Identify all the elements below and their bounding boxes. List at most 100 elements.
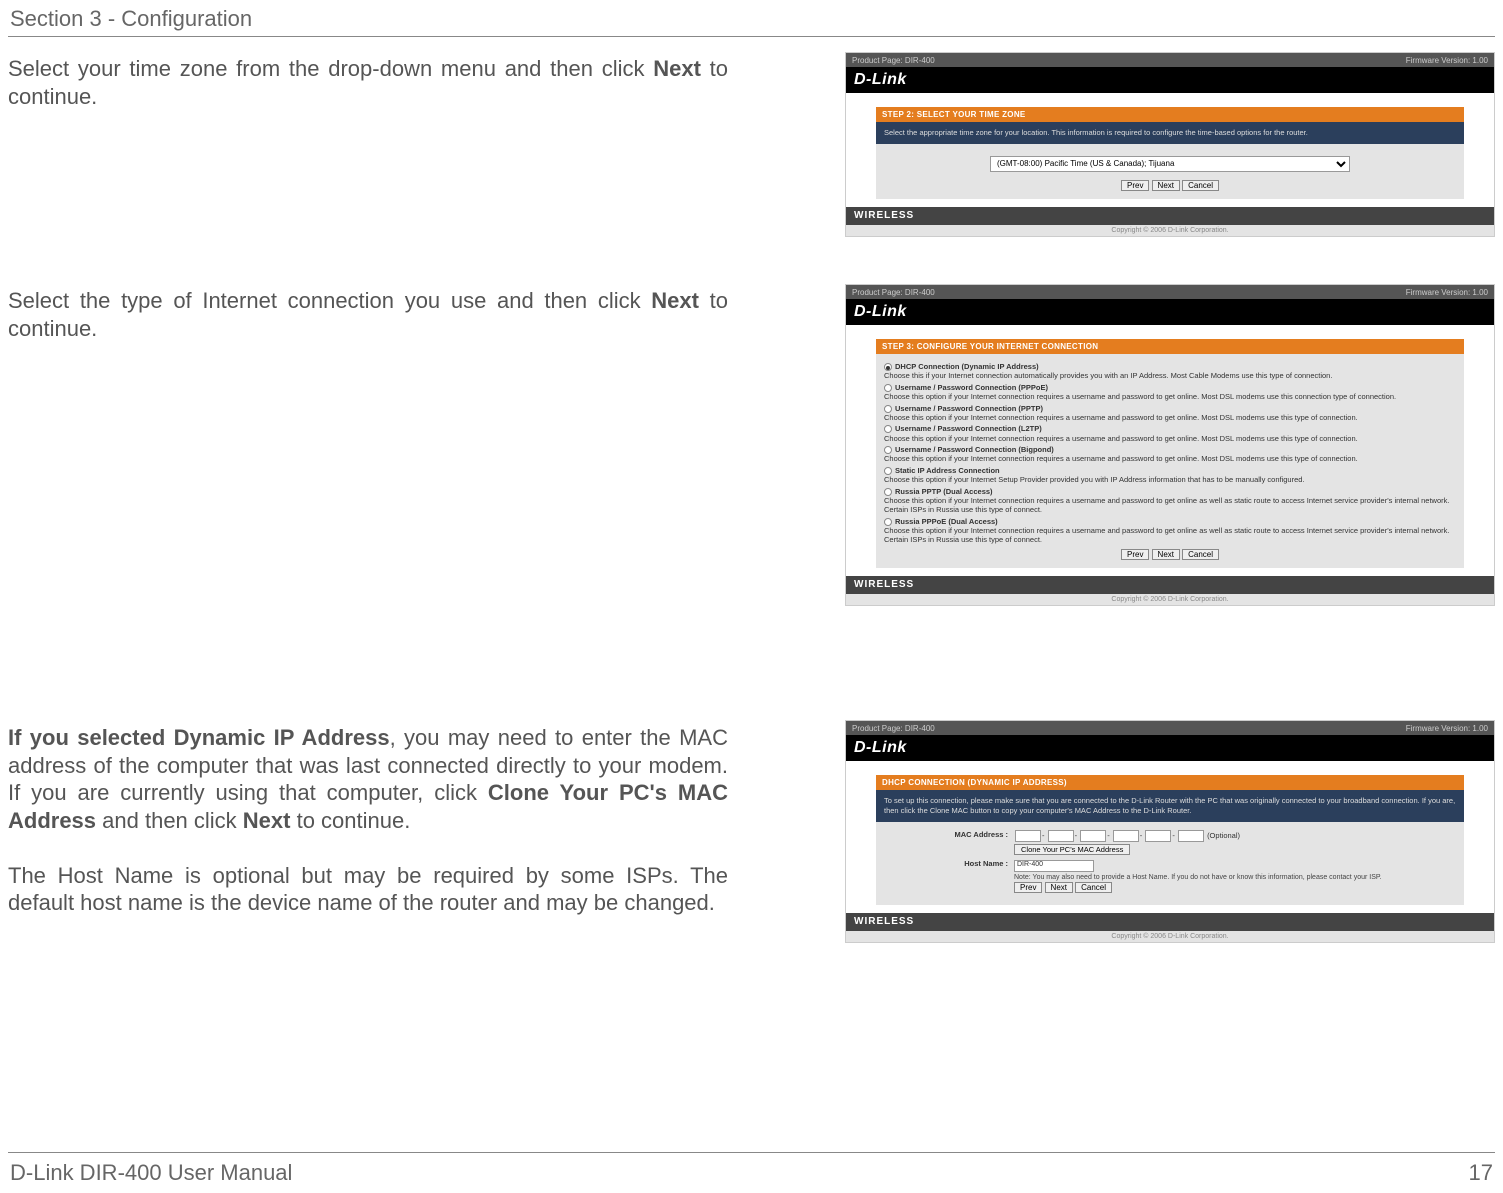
- screenshot-body: STEP 2: SELECT YOUR TIME ZONE Select the…: [846, 93, 1494, 207]
- connection-radio[interactable]: [884, 425, 892, 433]
- connection-option-title: Username / Password Connection (PPTP): [895, 404, 1043, 413]
- bottom-bar: WIRELESS: [846, 913, 1494, 931]
- text-bold: If you selected Dynamic IP Address: [8, 725, 390, 750]
- connection-option-desc: Choose this option if your Internet conn…: [884, 496, 1456, 515]
- connection-option-title: Username / Password Connection (PPPoE): [895, 383, 1048, 392]
- connection-option-desc: Choose this option if your Internet conn…: [884, 413, 1456, 422]
- connection-radio[interactable]: [884, 488, 892, 496]
- host-name-row: Host Name : DIR-400 Note: You may also n…: [884, 859, 1456, 893]
- cancel-button[interactable]: Cancel: [1075, 882, 1112, 893]
- connection-option-desc: Choose this option if your Internet Setu…: [884, 475, 1456, 484]
- prev-button[interactable]: Prev: [1121, 180, 1149, 191]
- host-name-input[interactable]: DIR-400: [1014, 860, 1094, 872]
- mac-input[interactable]: [1015, 830, 1041, 842]
- bottom-bar: WIRELESS: [846, 576, 1494, 594]
- clone-mac-button[interactable]: Clone Your PC's MAC Address: [1014, 844, 1130, 855]
- connection-option-title: Username / Password Connection (Bigpond): [895, 445, 1054, 454]
- connection-option: Static IP Address ConnectionChoose this …: [884, 466, 1456, 485]
- screenshot-step2: Product Page: DIR-400 Firmware Version: …: [845, 52, 1495, 237]
- connection-option-desc: Choose this option if your Internet conn…: [884, 434, 1456, 443]
- connection-option: DHCP Connection (Dynamic IP Address)Choo…: [884, 362, 1456, 381]
- section-header: Section 3 - Configuration: [10, 6, 252, 32]
- text: Select the type of Internet connection y…: [8, 288, 651, 313]
- connection-option: Username / Password Connection (PPTP)Cho…: [884, 404, 1456, 423]
- connection-radio[interactable]: [884, 405, 892, 413]
- screenshot-topbar: Product Page: DIR-400 Firmware Version: …: [846, 721, 1494, 735]
- connection-option-desc: Choose this option if your Internet conn…: [884, 454, 1456, 463]
- mac-input[interactable]: [1145, 830, 1171, 842]
- mac-input[interactable]: [1178, 830, 1204, 842]
- next-button[interactable]: Next: [1045, 882, 1073, 893]
- prev-button[interactable]: Prev: [1121, 549, 1149, 560]
- screenshot-topbar: Product Page: DIR-400 Firmware Version: …: [846, 285, 1494, 299]
- next-button[interactable]: Next: [1152, 180, 1180, 191]
- brand-bar: D-Link: [846, 67, 1494, 93]
- mac-input[interactable]: [1080, 830, 1106, 842]
- mac-address-label: MAC Address :: [884, 830, 1014, 839]
- copyright: Copyright © 2006 D-Link Corporation.: [846, 931, 1494, 942]
- footer-page-number: 17: [1469, 1160, 1493, 1186]
- product-page-label: Product Page: DIR-400: [852, 288, 935, 297]
- optional-label: (Optional): [1207, 830, 1240, 839]
- screenshot-body: STEP 3: CONFIGURE YOUR INTERNET CONNECTI…: [846, 325, 1494, 576]
- button-row: Prev Next Cancel: [884, 180, 1456, 191]
- connection-radio[interactable]: [884, 446, 892, 454]
- connection-option-title: DHCP Connection (Dynamic IP Address): [895, 362, 1039, 371]
- footer-manual-name: D-Link DIR-400 User Manual: [10, 1160, 292, 1186]
- firmware-label: Firmware Version: 1.00: [1406, 288, 1488, 297]
- bottom-bar: WIRELESS: [846, 207, 1494, 225]
- screenshot-body: DHCP CONNECTION (DYNAMIC IP ADDRESS) To …: [846, 761, 1494, 913]
- brand-bar: D-Link: [846, 735, 1494, 761]
- mac-address-field: - - - - - (Optional) Clone Your PC's MAC…: [1014, 830, 1456, 855]
- text: Select your time zone from the drop-down…: [8, 56, 653, 81]
- wizard-step-header: DHCP CONNECTION (DYNAMIC IP ADDRESS): [876, 775, 1464, 790]
- instruction-text-2: Select the type of Internet connection y…: [8, 287, 728, 342]
- brand-bar: D-Link: [846, 299, 1494, 325]
- product-page-label: Product Page: DIR-400: [852, 56, 935, 65]
- text: The Host Name is optional but may be req…: [8, 863, 728, 916]
- wizard-form-area: MAC Address : - - - - - (Optional) Clone…: [876, 822, 1464, 905]
- host-name-label: Host Name :: [884, 859, 1014, 868]
- instruction-text-1: Select your time zone from the drop-down…: [8, 55, 728, 110]
- text-bold: Next: [651, 288, 699, 313]
- wizard-step-description: To set up this connection, please make s…: [876, 790, 1464, 822]
- connection-option-title: Username / Password Connection (L2TP): [895, 424, 1042, 433]
- copyright: Copyright © 2006 D-Link Corporation.: [846, 594, 1494, 605]
- mac-input[interactable]: [1113, 830, 1139, 842]
- connection-options-panel: DHCP Connection (Dynamic IP Address) Choo…: [876, 354, 1464, 568]
- mac-input[interactable]: [1048, 830, 1074, 842]
- instruction-text-3: If you selected Dynamic IP Address, you …: [8, 724, 728, 917]
- text: and then click: [96, 808, 243, 833]
- next-button[interactable]: Next: [1152, 549, 1180, 560]
- wizard-step-description: Select the appropriate time zone for you…: [876, 122, 1464, 144]
- text-bold: Next: [653, 56, 701, 81]
- connection-option: Username / Password Connection (L2TP)Cho…: [884, 424, 1456, 443]
- mac-address-row: MAC Address : - - - - - (Optional) Clone…: [884, 830, 1456, 855]
- connection-radio[interactable]: [884, 384, 892, 392]
- wizard-step-header: STEP 2: SELECT YOUR TIME ZONE: [876, 107, 1464, 122]
- prev-button[interactable]: Prev: [1014, 882, 1042, 893]
- host-name-field: DIR-400 Note: You may also need to provi…: [1014, 859, 1456, 893]
- connection-option-desc: Choose this option if your Internet conn…: [884, 526, 1456, 545]
- separator-bottom: [8, 1152, 1495, 1153]
- host-name-note: Note: You may also need to provide a Hos…: [1014, 874, 1382, 881]
- wizard-form-area: (GMT-08:00) Pacific Time (US & Canada); …: [876, 144, 1464, 199]
- cancel-button[interactable]: Cancel: [1182, 549, 1219, 560]
- cancel-button[interactable]: Cancel: [1182, 180, 1219, 191]
- connection-option: Username / Password Connection (PPPoE)Ch…: [884, 383, 1456, 402]
- connection-option-title: Russia PPTP (Dual Access): [895, 487, 993, 496]
- firmware-label: Firmware Version: 1.00: [1406, 724, 1488, 733]
- wizard-step-header: STEP 3: CONFIGURE YOUR INTERNET CONNECTI…: [876, 339, 1464, 354]
- connection-radio[interactable]: [884, 518, 892, 526]
- connection-option-title: Static IP Address Connection: [895, 466, 1000, 475]
- connection-option-title: Russia PPPoE (Dual Access): [895, 517, 998, 526]
- product-page-label: Product Page: DIR-400: [852, 724, 935, 733]
- screenshot-topbar: Product Page: DIR-400 Firmware Version: …: [846, 53, 1494, 67]
- connection-radio[interactable]: [884, 467, 892, 475]
- screenshot-step3: Product Page: DIR-400 Firmware Version: …: [845, 284, 1495, 606]
- timezone-select[interactable]: (GMT-08:00) Pacific Time (US & Canada); …: [990, 156, 1350, 172]
- connection-radio[interactable]: [884, 363, 892, 371]
- text-bold: Next: [243, 808, 291, 833]
- connection-option-desc: Choose this option if your Internet conn…: [884, 392, 1456, 401]
- copyright: Copyright © 2006 D-Link Corporation.: [846, 225, 1494, 236]
